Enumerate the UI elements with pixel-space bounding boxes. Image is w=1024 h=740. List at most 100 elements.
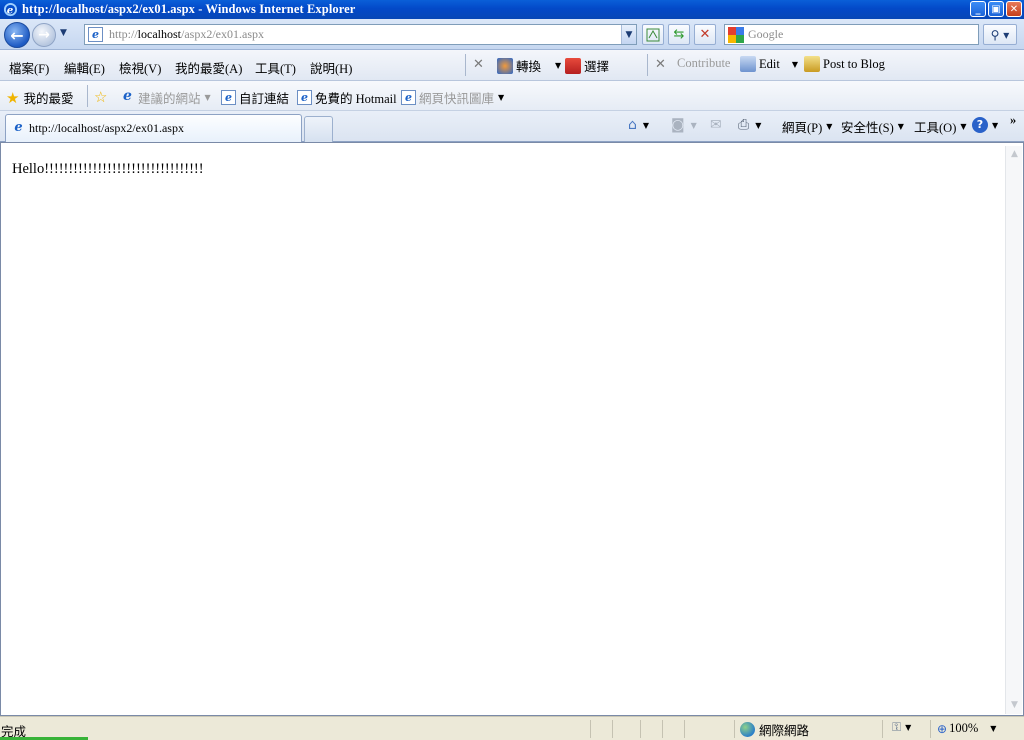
search-input[interactable]: Google [724, 24, 979, 45]
address-toolbar: ← → ▼ e http://localhost/aspx2/ex01.aspx… [0, 19, 1024, 50]
select-icon [565, 57, 581, 74]
menu-help[interactable]: 說明(H) [310, 58, 352, 77]
chevron-down-icon: ▼ [897, 122, 904, 131]
page-menu-button[interactable]: 網頁(P) ▼ [782, 117, 832, 136]
ie-logo-icon: e [3, 2, 18, 16]
print-button[interactable]: ⎙ ▼ [738, 117, 761, 133]
menu-file[interactable]: 檔案(F) [9, 58, 49, 77]
status-divider [930, 720, 931, 738]
refresh-icon: ⇆ [673, 27, 685, 42]
feeds-button[interactable]: ◙ ▼ [671, 117, 697, 133]
stop-icon: ✕ [699, 27, 711, 42]
chevron-down-icon: ▼ [905, 723, 912, 732]
translate-button[interactable]: 轉換 ▼ [497, 56, 561, 75]
page-body-text: Hello!!!!!!!!!!!!!!!!!!!!!!!!!!!!!!!!! [12, 161, 204, 177]
rss-icon: ◙ [671, 117, 685, 133]
protected-mode-button[interactable]: ⚿ ▼ [892, 720, 911, 735]
scroll-up-button[interactable]: ▲ [1006, 146, 1023, 163]
post-to-blog-button[interactable]: Post to Blog [804, 56, 885, 72]
chevron-down-icon: ▼ [990, 724, 997, 733]
help-button[interactable]: ? ▼ [972, 117, 998, 133]
close-button[interactable]: ✕ [1006, 1, 1022, 17]
new-tab-button[interactable] [304, 116, 333, 142]
custom-links-link[interactable]: e 自訂連結 [221, 88, 289, 107]
tab-title: http://localhost/aspx2/ex01.aspx [29, 121, 184, 135]
menu-favorites[interactable]: 我的最愛(A) [175, 58, 242, 77]
chevron-down-icon[interactable]: ▼ [643, 121, 649, 130]
back-button[interactable]: ← [4, 22, 30, 48]
search-icon: ⚲ ▾ [990, 27, 1010, 42]
stop-button[interactable]: ✕ [694, 24, 716, 45]
zone-label: 網際網路 [759, 724, 810, 738]
menu-tools[interactable]: 工具(T) [255, 58, 296, 77]
mail-icon: ✉ [710, 117, 722, 133]
add-favorite-star-icon: ☆ [94, 88, 108, 106]
hotmail-link[interactable]: e 免費的 Hotmail [297, 88, 397, 107]
contribute-label: Contribute [677, 56, 731, 70]
web-slice-gallery-link[interactable]: e 網頁快訊圖庫 ▼ [401, 88, 504, 107]
close-toolbar-icon[interactable]: ✕ [655, 57, 666, 72]
address-input[interactable]: e http://localhost/aspx2/ex01.aspx ▼ [84, 24, 637, 45]
tools-menu-button[interactable]: 工具(O) ▼ [914, 117, 967, 136]
recent-pages-dropdown[interactable]: ▼ [60, 28, 67, 38]
contribute-button[interactable]: Contribute [677, 56, 730, 71]
page-content[interactable]: Hello!!!!!!!!!!!!!!!!!!!!!!!!!!!!!!!!! ▲… [0, 142, 1024, 716]
star-icon: ★ [6, 88, 20, 107]
tab-row: e http://localhost/aspx2/ex01.aspx ⌂ ▼ ◙… [0, 111, 1024, 142]
ie-page-icon: e [123, 88, 132, 104]
chevron-down-icon[interactable]: ▼ [555, 61, 561, 70]
minimize-button[interactable]: _ [970, 1, 986, 17]
refresh-button[interactable]: ⇆ [668, 24, 690, 45]
window-title: http://localhost/aspx2/ex01.aspx - Windo… [22, 2, 356, 16]
safety-menu-button[interactable]: 安全性(S) ▼ [841, 117, 904, 136]
chevron-down-icon[interactable]: ▼ [205, 93, 211, 102]
fav-link-label: 網頁快訊圖庫 [419, 92, 495, 106]
more-commands-button[interactable]: » [1010, 113, 1016, 128]
compatibility-button[interactable] [642, 24, 664, 45]
security-zone[interactable]: 網際網路 [740, 720, 809, 739]
select-label: 選擇 [584, 60, 610, 74]
suggested-sites-link[interactable]: e 建議的網站 ▼ [120, 88, 211, 107]
chevron-down-icon: ▼ [992, 120, 999, 130]
edit-button[interactable]: Edit ▼ [740, 56, 798, 72]
toolbar-separator [647, 54, 648, 76]
tab-current-page[interactable]: e http://localhost/aspx2/ex01.aspx [5, 114, 302, 142]
maximize-button[interactable]: ▣ [988, 1, 1004, 17]
page-icon: e [88, 27, 103, 42]
chevron-down-icon[interactable]: ▼ [498, 93, 504, 102]
google-icon [728, 26, 744, 43]
zoom-button[interactable]: ⊕ 100% ▼ [937, 721, 996, 736]
ie-page-icon: e [221, 90, 236, 105]
status-divider [684, 720, 685, 738]
fav-link-label: 自訂連結 [239, 92, 290, 106]
edit-label: Edit [759, 56, 780, 71]
title-bar[interactable]: e http://localhost/aspx2/ex01.aspx - Win… [0, 0, 1024, 19]
search-button[interactable]: ⚲ ▾ [983, 24, 1017, 45]
favorites-separator [87, 85, 88, 107]
scroll-down-button[interactable]: ▼ [1006, 697, 1023, 714]
menu-edit[interactable]: 編輯(E) [64, 58, 105, 77]
translate-icon [497, 57, 513, 74]
mail-button[interactable]: ✉ [710, 117, 724, 133]
compatibility-icon [646, 28, 660, 41]
close-toolbar-icon[interactable]: ✕ [473, 57, 484, 72]
help-icon: ? [972, 117, 988, 133]
menu-view[interactable]: 檢視(V) [119, 58, 161, 77]
address-dropdown-button[interactable]: ▼ [621, 25, 636, 44]
forward-button[interactable]: → [32, 23, 56, 47]
globe-icon [740, 722, 755, 737]
fav-link-label: 免費的 Hotmail [315, 92, 397, 106]
chevron-down-icon[interactable]: ▼ [792, 60, 798, 69]
page-menu-label: 網頁(P) [782, 121, 823, 135]
chevron-down-icon[interactable]: ▼ [691, 121, 697, 130]
favorites-button[interactable]: ★ 我的最愛 [6, 88, 73, 107]
blog-icon [804, 56, 820, 72]
add-favorites-button[interactable]: ☆ [94, 88, 111, 106]
home-button[interactable]: ⌂ ▼ [628, 117, 649, 133]
select-button[interactable]: 選擇 [565, 56, 609, 75]
chevron-down-icon[interactable]: ▼ [755, 121, 761, 130]
post-label: Post to Blog [823, 56, 885, 71]
status-divider [882, 720, 883, 738]
favorites-label: 我的最愛 [23, 92, 74, 106]
vertical-scrollbar[interactable]: ▲ ▼ [1005, 146, 1022, 714]
